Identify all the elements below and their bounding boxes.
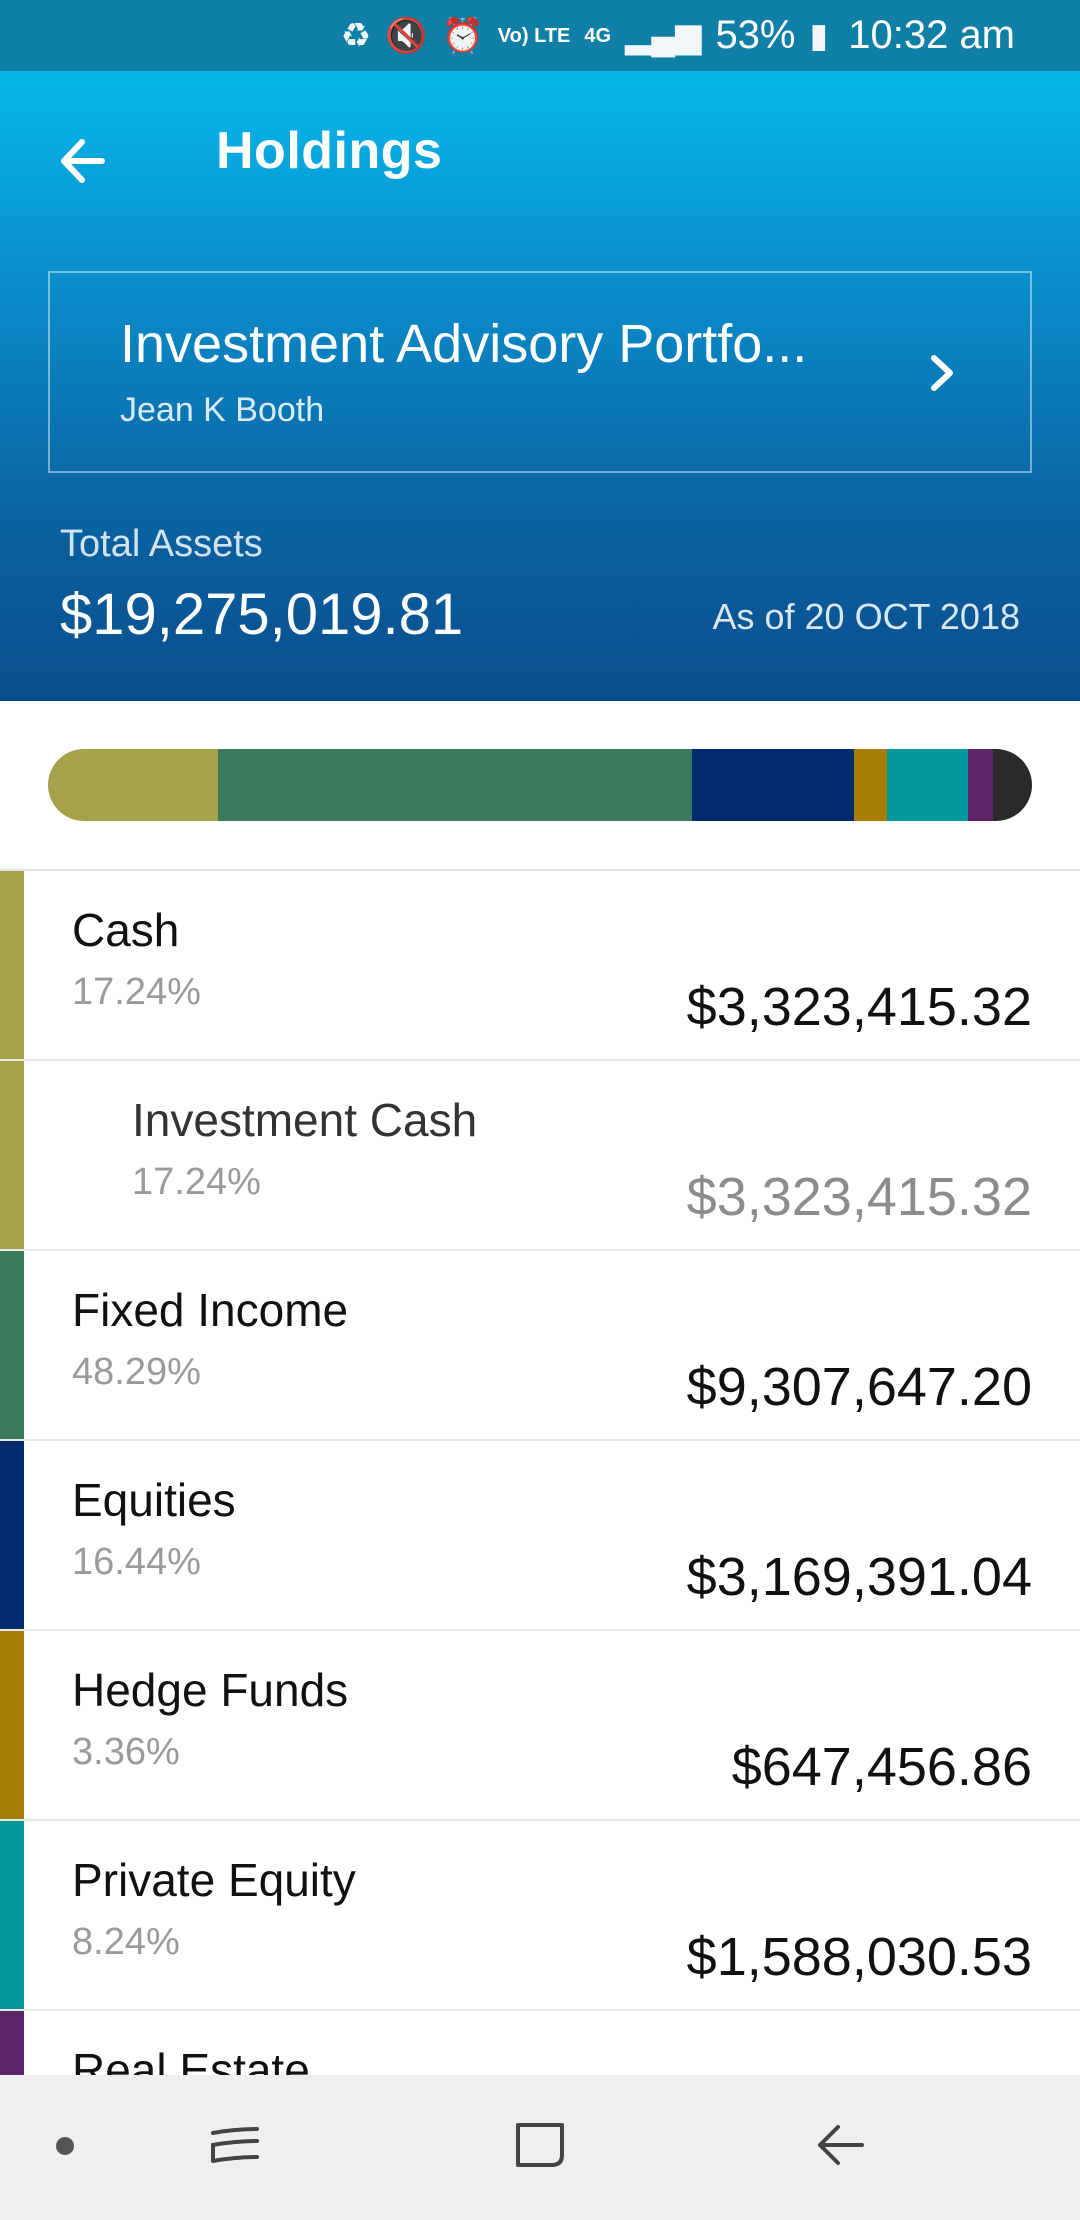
color-stripe: [0, 1441, 24, 1629]
holding-name: Private Equity: [72, 1854, 356, 1906]
allocation-segment-hedge-funds: [854, 749, 888, 821]
alarm-icon: ⏰: [441, 16, 484, 55]
allocation-segment-equities: [692, 749, 854, 821]
back-nav-icon[interactable]: [810, 2115, 870, 2175]
recents-icon[interactable]: [205, 2115, 265, 2175]
holding-amount: $1,588,030.53: [686, 1927, 1032, 1987]
account-name: Investment Advisory Portfo...: [120, 314, 808, 374]
volte-indicator: Vo) LTE: [497, 24, 571, 47]
holding-row-fixed-income[interactable]: Fixed Income 48.29% $9,307,647.20: [0, 1251, 1080, 1441]
holding-row-hedge-funds[interactable]: Hedge Funds 3.36% $647,456.86: [0, 1631, 1080, 1821]
holding-percent: 3.36%: [72, 1731, 180, 1773]
chevron-right-icon: [931, 355, 953, 391]
allocation-segment-real-estate: [968, 749, 993, 821]
holding-amount: $3,169,391.04: [686, 1547, 1032, 1607]
signal-icon: ▂▄▆: [625, 16, 702, 55]
holding-amount: $9,307,647.20: [686, 1357, 1032, 1417]
color-stripe: [0, 871, 24, 1059]
mute-icon: 🔇: [385, 16, 428, 55]
as-of-date: As of 20 OCT 2018: [712, 596, 1020, 637]
holding-amount: $3,323,415.32: [686, 977, 1032, 1037]
holdings-list: Cash 17.24% $3,323,415.32 Investment Cas…: [0, 871, 1080, 2111]
network-type: 4G: [584, 24, 612, 47]
color-stripe: [0, 1631, 24, 1819]
allocation-segment-private-equity: [887, 749, 969, 821]
battery-percent: 53%: [715, 13, 796, 57]
holding-percent: 17.24%: [132, 1161, 261, 1203]
back-arrow-icon[interactable]: [50, 126, 120, 196]
header: Holdings Investment Advisory Portfo... J…: [0, 71, 1080, 701]
allocation-bar[interactable]: [48, 749, 1032, 821]
system-nav-bar: [0, 2075, 1080, 2220]
color-stripe: [0, 1251, 24, 1439]
holding-name: Cash: [72, 904, 180, 956]
holding-percent: 16.44%: [72, 1541, 201, 1583]
allocation-segment-cash: [48, 749, 218, 821]
holding-percent: 8.24%: [72, 1921, 180, 1963]
holding-amount: $3,323,415.32: [686, 1167, 1032, 1227]
holding-amount: $647,456.86: [731, 1737, 1032, 1797]
allocation-segment-other: [992, 749, 1032, 821]
total-assets-label: Total Assets: [60, 523, 263, 565]
nav-dot-icon[interactable]: [56, 2137, 74, 2155]
holding-row-investment-cash[interactable]: Investment Cash 17.24% $3,323,415.32: [0, 1061, 1080, 1251]
allocation-segment-fixed-income: [217, 749, 693, 821]
holding-row-equities[interactable]: Equities 16.44% $3,169,391.04: [0, 1441, 1080, 1631]
color-stripe: [0, 1821, 24, 2009]
holding-name: Investment Cash: [132, 1094, 478, 1146]
holding-name: Equities: [72, 1474, 236, 1526]
allocation-section: [0, 701, 1080, 871]
holding-row-cash[interactable]: Cash 17.24% $3,323,415.32: [0, 871, 1080, 1061]
clock: 10:32 am: [848, 13, 1015, 57]
holding-row-private-equity[interactable]: Private Equity 8.24% $1,588,030.53: [0, 1821, 1080, 2011]
home-icon[interactable]: [508, 2113, 572, 2177]
holding-name: Hedge Funds: [72, 1664, 349, 1716]
status-bar: ♻ 🔇 ⏰ Vo) LTE 4G ▂▄▆ 53% ▮ 10:32 am: [0, 0, 1080, 71]
account-owner: Jean K Booth: [120, 391, 325, 429]
holding-percent: 17.24%: [72, 971, 201, 1013]
holding-percent: 48.29%: [72, 1351, 201, 1393]
page-title: Holdings: [216, 122, 443, 180]
account-selector[interactable]: Investment Advisory Portfo... Jean K Boo…: [48, 271, 1032, 473]
battery-icon: ▮: [809, 16, 829, 55]
color-stripe: [0, 1061, 24, 1249]
total-assets-value: $19,275,019.81: [60, 582, 464, 647]
battery-saver-icon: ♻: [340, 16, 372, 55]
holding-name: Fixed Income: [72, 1284, 349, 1336]
